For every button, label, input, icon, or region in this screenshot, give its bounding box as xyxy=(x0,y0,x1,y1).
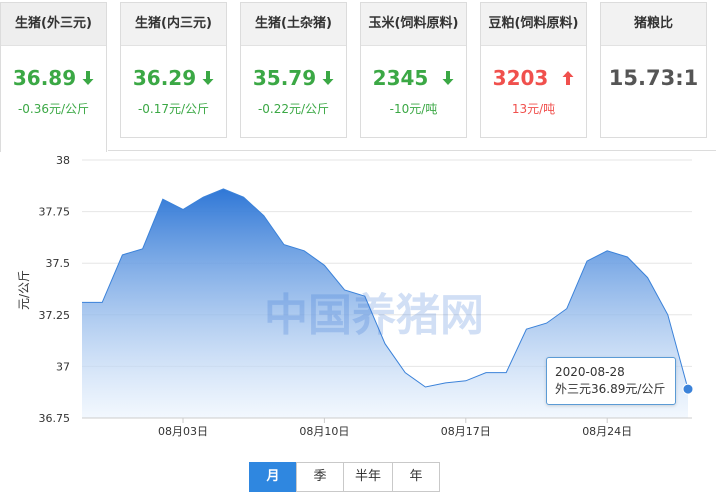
card-pig-tuzazhu[interactable]: 生猪(土杂猪) 35.79 -0.22元/公斤 xyxy=(240,2,347,138)
card-change: -10元/吨 xyxy=(389,102,438,116)
y-axis: 38 37.75 37.5 37.25 37 36.75 xyxy=(39,154,71,425)
card-pig-grain-ratio[interactable]: 猪粮比 15.73:1 xyxy=(600,2,707,138)
card-value: 36.29 xyxy=(121,65,226,91)
card-title: 猪粮比 xyxy=(601,3,706,46)
last-point-marker[interactable] xyxy=(682,383,694,395)
card-value: 3203 xyxy=(481,65,586,91)
card-change: -0.22元/公斤 xyxy=(257,102,330,116)
tab-quarter[interactable]: 季 xyxy=(296,462,344,492)
x-tick-label: 08月17日 xyxy=(441,425,491,438)
card-title: 玉米(饲料原料) xyxy=(361,3,466,46)
card-value: 15.73:1 xyxy=(608,66,699,90)
tab-half-year[interactable]: 半年 xyxy=(343,462,393,492)
price-cards: 生猪(外三元) 36.89 -0.36元/公斤 生猪(内三元) 36.29 -0… xyxy=(0,0,716,152)
card-pig-neisanyuan[interactable]: 生猪(内三元) 36.29 -0.17元/公斤 xyxy=(120,2,227,138)
tooltip-text: 外三元36.89元/公斤 xyxy=(555,382,666,396)
period-tabs: 月 季 半年 年 xyxy=(249,462,440,492)
x-tick-label: 08月10日 xyxy=(299,425,349,438)
y-tick-label: 36.75 xyxy=(39,412,71,425)
arrow-down-icon xyxy=(82,71,94,85)
card-soymeal[interactable]: 豆粕(饲料原料) 3203 13元/吨 xyxy=(480,2,587,138)
card-value: 2345 xyxy=(361,65,466,91)
tab-month[interactable]: 月 xyxy=(249,462,297,492)
card-value: 36.89 xyxy=(1,65,106,91)
price-chart: 38 37.75 37.5 37.25 37 36.75 元/公斤 中国养猪网 08月03… xyxy=(17,154,694,438)
card-title: 生猪(外三元) xyxy=(1,3,106,46)
card-title: 豆粕(饲料原料) xyxy=(481,3,586,46)
tooltip-date: 2020-08-28 xyxy=(555,365,625,379)
card-change: 13元/吨 xyxy=(511,102,556,116)
panel-border xyxy=(108,150,716,151)
card-change: -0.17元/公斤 xyxy=(137,102,210,116)
card-value: 35.79 xyxy=(241,65,346,91)
y-tick-label: 38 xyxy=(56,154,70,167)
arrow-up-icon xyxy=(562,71,574,85)
y-axis-label: 元/公斤 xyxy=(17,270,31,310)
card-title: 生猪(内三元) xyxy=(121,3,226,46)
arrow-down-icon xyxy=(202,71,214,85)
card-title: 生猪(土杂猪) xyxy=(241,3,346,46)
x-tick-label: 08月03日 xyxy=(158,425,208,438)
card-corn[interactable]: 玉米(饲料原料) 2345 -10元/吨 xyxy=(360,2,467,138)
y-tick-label: 37.5 xyxy=(46,257,71,270)
chart-tooltip: 2020-08-28 外三元36.89元/公斤 xyxy=(546,357,676,405)
y-tick-label: 37.75 xyxy=(39,206,71,219)
card-pig-waisanyuan[interactable]: 生猪(外三元) 36.89 -0.36元/公斤 xyxy=(0,2,107,152)
tab-year[interactable]: 年 xyxy=(392,462,440,492)
y-tick-label: 37.25 xyxy=(39,309,71,322)
y-tick-label: 37 xyxy=(56,360,70,373)
x-axis: 08月03日 08月10日 08月17日 08月24日 xyxy=(82,417,692,438)
arrow-down-icon xyxy=(442,71,454,85)
watermark: 中国养猪网 xyxy=(264,290,484,341)
card-change: -0.36元/公斤 xyxy=(17,102,90,116)
arrow-down-icon xyxy=(322,71,334,85)
x-tick-label: 08月24日 xyxy=(582,425,632,438)
